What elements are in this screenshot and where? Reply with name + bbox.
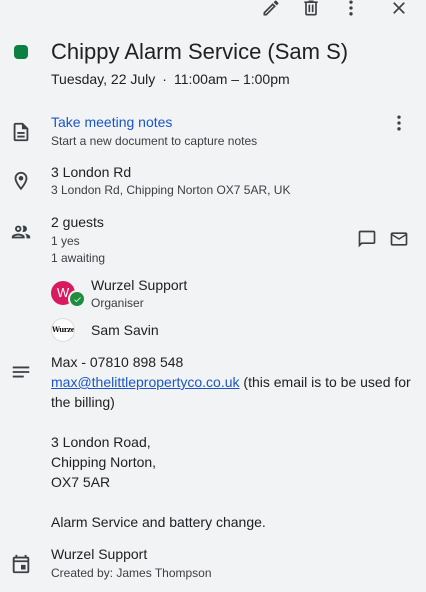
close-button[interactable] bbox=[387, 0, 411, 20]
close-icon bbox=[389, 0, 409, 18]
guests-count: 2 guests bbox=[51, 214, 104, 230]
description-address-line: Chipping Norton, bbox=[51, 454, 157, 470]
meeting-notes-sublabel: Start a new document to capture notes bbox=[51, 134, 258, 148]
event-time: 11:00am – 1:00pm bbox=[173, 71, 290, 87]
guest-role: Organiser bbox=[91, 296, 144, 310]
accepted-check-icon bbox=[68, 290, 86, 308]
calendar-created-by: Created by: James Thompson bbox=[51, 566, 212, 580]
guest-name[interactable]: Wurzel Support bbox=[91, 275, 187, 295]
guests-awaiting-count: 1 awaiting bbox=[51, 251, 106, 265]
more-options-button[interactable] bbox=[339, 0, 363, 20]
description-address-line: OX7 5AR bbox=[51, 474, 111, 490]
description-email-line: max@thelittlepropertyco.co.uk (this emai… bbox=[51, 372, 411, 412]
event-datetime: Tuesday, 22 July · 11:00am – 1:00pm bbox=[51, 69, 290, 89]
location-address[interactable]: 3 London Rd, Chipping Norton OX7 5AR, UK bbox=[51, 182, 290, 199]
event-description: Max - 07810 898 548 max@thelittlepropert… bbox=[51, 352, 411, 532]
event-title: Chippy Alarm Service (Sam S) bbox=[51, 39, 349, 64]
take-meeting-notes-link[interactable]: Take meeting notes bbox=[51, 112, 172, 132]
event-date: Tuesday, 22 July bbox=[51, 71, 156, 87]
chat-guests-button[interactable] bbox=[355, 227, 379, 251]
trash-icon bbox=[301, 0, 321, 18]
location-name[interactable]: 3 London Rd bbox=[51, 162, 131, 182]
more-vert-icon bbox=[389, 113, 409, 133]
location-pin-icon bbox=[9, 169, 33, 193]
more-vert-icon bbox=[341, 0, 361, 18]
email-guests-button[interactable] bbox=[387, 227, 411, 251]
description-address-line: 3 London Road, bbox=[51, 434, 151, 450]
edit-button[interactable] bbox=[259, 0, 283, 20]
delete-button[interactable] bbox=[299, 0, 323, 20]
description-email-link[interactable]: max@thelittlepropertyco.co.uk bbox=[51, 374, 240, 390]
description-contact: Max - 07810 898 548 bbox=[51, 354, 184, 370]
calendar-name: Wurzel Support bbox=[51, 546, 148, 562]
people-icon bbox=[9, 220, 33, 244]
notes-more-button[interactable] bbox=[387, 111, 411, 135]
calendar-icon bbox=[9, 552, 33, 576]
pencil-icon bbox=[261, 0, 281, 18]
notes-lines-icon bbox=[9, 360, 33, 384]
avatar: WurzelW bbox=[51, 318, 75, 342]
datetime-separator: · bbox=[162, 71, 167, 87]
description-note: Alarm Service and battery change. bbox=[51, 514, 266, 530]
event-color-swatch bbox=[14, 45, 28, 59]
email-icon bbox=[389, 229, 409, 249]
chat-icon bbox=[357, 229, 377, 249]
guest-name[interactable]: Sam Savin bbox=[91, 320, 159, 340]
document-icon bbox=[9, 120, 33, 144]
guests-yes-count: 1 yes bbox=[51, 234, 80, 248]
